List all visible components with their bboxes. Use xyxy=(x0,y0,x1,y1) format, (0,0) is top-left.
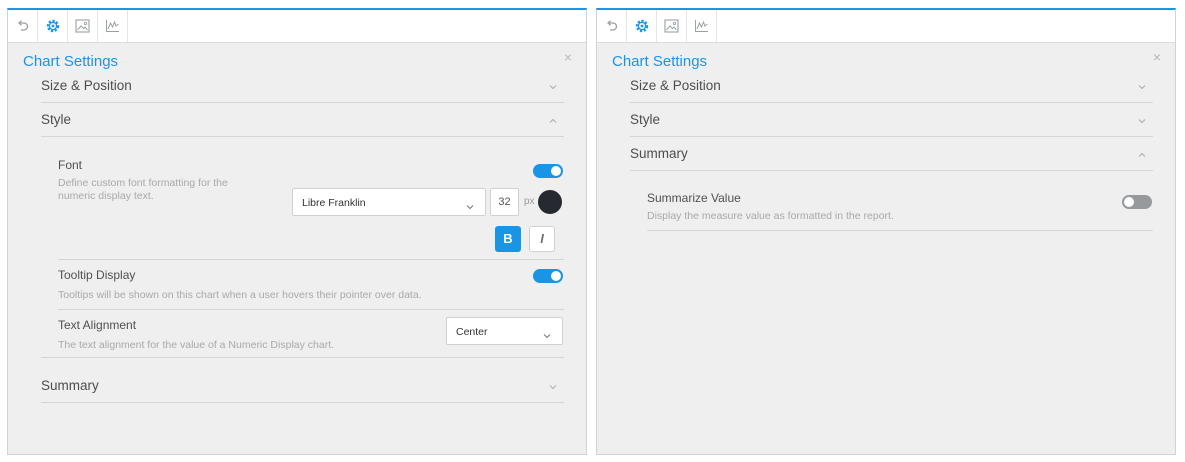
settings-tab-button[interactable] xyxy=(38,10,68,42)
section-label: Summary xyxy=(41,378,99,393)
font-size-unit: px xyxy=(524,196,535,207)
toggle-knob xyxy=(551,271,561,281)
undo-icon xyxy=(16,19,30,33)
chart-tab-button[interactable] xyxy=(687,10,717,42)
image-icon xyxy=(75,19,90,33)
toolbar xyxy=(8,10,586,43)
font-setting-desc-line2: numeric display text. xyxy=(58,190,154,202)
section-label: Size & Position xyxy=(630,78,721,93)
font-setting-title: Font xyxy=(58,158,83,172)
close-icon[interactable]: × xyxy=(1153,50,1161,64)
font-family-select[interactable]: Libre Franklin xyxy=(292,188,486,216)
gear-icon xyxy=(634,18,650,34)
divider xyxy=(41,357,564,358)
font-family-value: Libre Franklin xyxy=(302,197,366,209)
undo-button[interactable] xyxy=(597,10,627,42)
divider xyxy=(58,309,564,310)
section-style[interactable]: Style xyxy=(41,103,564,137)
toggle-knob xyxy=(1124,197,1134,207)
chevron-down-icon xyxy=(465,199,475,217)
summarize-setting-desc: Display the measure value as formatted i… xyxy=(647,210,894,222)
text-alignment-value: Center xyxy=(456,326,488,338)
text-alignment-select[interactable]: Center xyxy=(446,317,563,345)
summarize-setting-title: Summarize Value xyxy=(647,191,741,205)
font-size-input[interactable]: 32 xyxy=(490,188,519,216)
chevron-up-icon xyxy=(1137,147,1147,165)
tooltip-setting-desc: Tooltips will be shown on this chart whe… xyxy=(58,289,422,301)
section-size-position[interactable]: Size & Position xyxy=(41,69,564,103)
section-summary[interactable]: Summary xyxy=(630,137,1153,171)
chevron-down-icon xyxy=(548,379,558,397)
section-style[interactable]: Style xyxy=(630,103,1153,137)
toggle-knob xyxy=(551,166,561,176)
gear-icon xyxy=(45,18,61,34)
divider xyxy=(647,230,1153,231)
toolbar xyxy=(597,10,1175,43)
chart-tab-button[interactable] xyxy=(98,10,128,42)
alignment-setting-desc: The text alignment for the value of a Nu… xyxy=(58,339,335,351)
chart-settings-panel-left: Chart Settings × Size & Position Style F… xyxy=(7,8,587,455)
chevron-down-icon xyxy=(1137,113,1147,131)
bold-button[interactable]: B xyxy=(495,226,521,252)
tooltip-toggle[interactable] xyxy=(533,269,563,283)
undo-button[interactable] xyxy=(8,10,38,42)
font-toggle[interactable] xyxy=(533,164,563,178)
section-label: Size & Position xyxy=(41,78,132,93)
settings-tab-button[interactable] xyxy=(627,10,657,42)
font-color-swatch[interactable] xyxy=(538,190,562,214)
section-label: Style xyxy=(41,112,72,127)
section-label: Style xyxy=(630,112,661,127)
section-size-position[interactable]: Size & Position xyxy=(630,69,1153,103)
font-setting-desc-line1: Define custom font formatting for the xyxy=(58,177,228,189)
panel-title: Chart Settings xyxy=(612,53,708,70)
image-icon xyxy=(664,19,679,33)
section-label: Summary xyxy=(630,146,688,161)
chevron-down-icon xyxy=(1137,79,1147,97)
italic-button[interactable]: I xyxy=(529,226,555,252)
line-chart-icon xyxy=(694,19,709,33)
line-chart-icon xyxy=(105,19,120,33)
chevron-down-icon xyxy=(548,79,558,97)
chevron-up-icon xyxy=(548,113,558,131)
close-icon[interactable]: × xyxy=(564,50,572,64)
undo-icon xyxy=(605,19,619,33)
alignment-setting-title: Text Alignment xyxy=(58,318,137,332)
chevron-down-icon xyxy=(542,328,552,346)
image-tab-button[interactable] xyxy=(657,10,687,42)
panel-title: Chart Settings xyxy=(23,53,119,70)
section-summary[interactable]: Summary xyxy=(41,369,564,403)
image-tab-button[interactable] xyxy=(68,10,98,42)
summarize-toggle[interactable] xyxy=(1122,195,1152,209)
divider xyxy=(58,259,564,260)
chart-settings-panel-right: Chart Settings × Size & Position Style S… xyxy=(596,8,1176,455)
tooltip-setting-title: Tooltip Display xyxy=(58,268,136,282)
